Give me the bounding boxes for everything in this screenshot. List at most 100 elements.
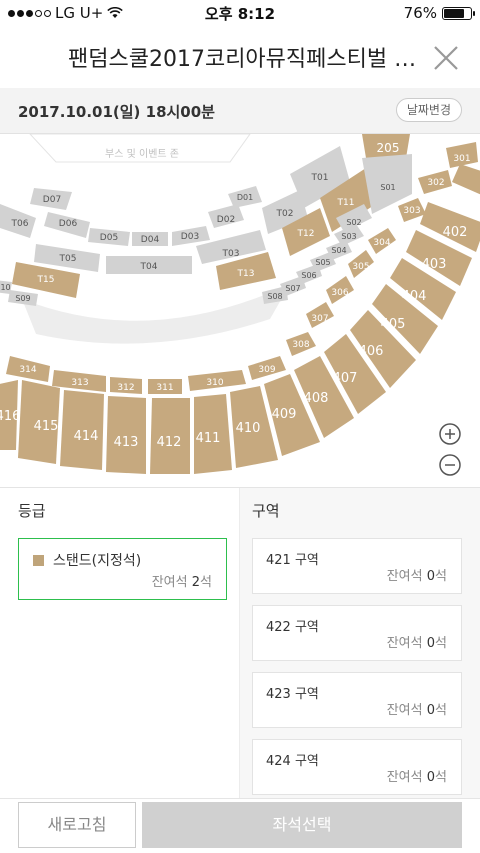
zone-remaining-seats: 잔여석 0석 [387, 565, 447, 584]
seat-s02-label: S02 [346, 218, 361, 227]
section-412-label: 412 [157, 435, 182, 450]
seat-s01-label: S01 [380, 183, 395, 192]
zone-remaining-seats: 잔여석 0석 [387, 632, 447, 651]
zoom-out-icon [439, 454, 461, 476]
section-407-label: 407 [333, 371, 358, 386]
zoom-in-button[interactable] [438, 422, 462, 446]
seat-d04-label: D04 [141, 235, 160, 245]
seat-t04-label: T04 [140, 262, 158, 272]
zone-name: 424 구역 [266, 754, 319, 769]
zone-name: 421 구역 [266, 553, 319, 568]
zone-card[interactable]: 423 구역 잔여석 0석 [252, 672, 462, 728]
page-title: 팬덤스쿨2017코리아뮤직페스티벌 1… [68, 47, 420, 72]
change-date-button[interactable]: 날짜변경 [395, 98, 462, 122]
remain-count: 2 [191, 575, 201, 590]
bottom-action-bar: 새로고침 좌석선택 [0, 798, 480, 853]
section-403-label: 403 [422, 257, 447, 272]
section-414-label: 414 [74, 429, 99, 444]
section-302-label: 302 [427, 178, 444, 188]
seat-d02-label: D02 [217, 215, 235, 225]
grade-color-swatch [33, 555, 44, 566]
remain-label: 잔여석 [386, 703, 423, 718]
zoom-in-icon [439, 423, 461, 445]
seat-s07-label: S07 [285, 284, 300, 293]
remain-count: 0 [426, 703, 436, 718]
performance-date: 2017.10.01(일) 18시00분 [18, 103, 215, 121]
section-312-label: 312 [117, 383, 134, 393]
zone-panel-title: 구역 [252, 502, 280, 520]
section-313-label: 313 [71, 378, 88, 388]
section-410-label: 410 [236, 421, 261, 436]
seat-map-canvas[interactable]: 부스 및 이벤트 존 416 415 414 413 [0, 134, 480, 488]
remain-label: 잔여석 [386, 770, 423, 785]
zone-name: 422 구역 [266, 620, 319, 635]
section-303-label: 303 [403, 206, 420, 216]
remain-label: 잔여석 [386, 569, 423, 584]
title-bar: 팬덤스쿨2017코리아뮤직페스티벌 1… [0, 26, 480, 88]
zone-panel[interactable]: 구역 421 구역 잔여석 0석 422 구역 잔여석 0석 423 구역 잔여… [240, 488, 480, 798]
section-405-label: 405 [381, 317, 406, 332]
grade-card-stand[interactable]: 스탠드(지정석) 잔여석 2석 [18, 538, 227, 600]
section-416-label: 416 [0, 409, 20, 424]
battery-icon [442, 6, 475, 20]
select-seat-button[interactable]: 좌석선택 [142, 802, 462, 848]
remain-label: 잔여석 [386, 636, 423, 651]
section-311-label: 311 [156, 383, 173, 393]
close-icon [434, 46, 458, 70]
seat-s05-label: S05 [315, 258, 330, 267]
close-button[interactable] [426, 38, 466, 78]
status-bar: LG U+ 오후 8:12 76% [0, 0, 480, 26]
section-306-label: 306 [331, 288, 348, 298]
section-406-label: 406 [359, 344, 384, 359]
refresh-button[interactable]: 새로고침 [18, 802, 136, 848]
seat-t13-label: T13 [237, 269, 255, 279]
zone-remaining-seats: 잔여석 0석 [387, 766, 447, 785]
seat-s10-label: S10 [0, 283, 11, 292]
seat-t11-label: T11 [337, 198, 355, 208]
section-408-label: 408 [304, 391, 329, 406]
remain-unit: 석 [435, 569, 447, 584]
grade-remaining-seats: 잔여석 2석 [152, 571, 212, 590]
remain-unit: 석 [435, 770, 447, 785]
seat-t12-label: T12 [297, 229, 315, 239]
zone-card[interactable]: 421 구역 잔여석 0석 [252, 538, 462, 594]
seat-s03-label: S03 [341, 232, 356, 241]
seat-map[interactable]: 부스 및 이벤트 존 416 415 414 413 [0, 134, 480, 488]
section-205-label: 205 [377, 141, 400, 155]
zone-remaining-seats: 잔여석 0석 [387, 699, 447, 718]
remain-unit: 석 [435, 703, 447, 718]
section-415-label: 415 [34, 419, 59, 434]
grade-name: 스탠드(지정석) [53, 553, 142, 569]
remain-unit: 석 [435, 636, 447, 651]
remain-count: 0 [426, 569, 436, 584]
section-401[interactable] [452, 164, 480, 196]
seat-d01-label: D01 [237, 193, 253, 202]
section-309-label: 309 [258, 365, 275, 375]
booth-label: 부스 및 이벤트 존 [105, 148, 179, 160]
section-301-label: 301 [453, 154, 470, 164]
seat-d05-label: D05 [100, 233, 118, 243]
seat-s09-label: S09 [15, 294, 30, 303]
section-411-label: 411 [196, 431, 221, 446]
seat-d06-label: D06 [59, 219, 78, 229]
section-314-label: 314 [19, 365, 36, 375]
section-305-label: 305 [352, 262, 369, 272]
seat-d07-label: D07 [43, 195, 61, 205]
date-bar: 2017.10.01(일) 18시00분 날짜변경 [0, 88, 480, 134]
zone-card[interactable]: 424 구역 잔여석 0석 [252, 739, 462, 795]
zoom-out-button[interactable] [438, 453, 462, 477]
seat-t15-label: T15 [37, 275, 55, 285]
section-402-label: 402 [443, 225, 468, 240]
zone-name: 423 구역 [266, 687, 319, 702]
zone-card[interactable]: 422 구역 잔여석 0석 [252, 605, 462, 661]
remain-count: 0 [426, 636, 436, 651]
seat-t03-label: T03 [222, 249, 240, 259]
section-404-label: 404 [402, 289, 427, 304]
seat-s08-label: S08 [267, 292, 282, 301]
section-308-label: 308 [292, 340, 309, 350]
section-307-label: 307 [311, 314, 328, 324]
seat-t05-label: T05 [59, 254, 77, 264]
remain-unit: 석 [200, 575, 212, 590]
section-310-label: 310 [206, 378, 223, 388]
section-304-label: 304 [373, 238, 390, 248]
